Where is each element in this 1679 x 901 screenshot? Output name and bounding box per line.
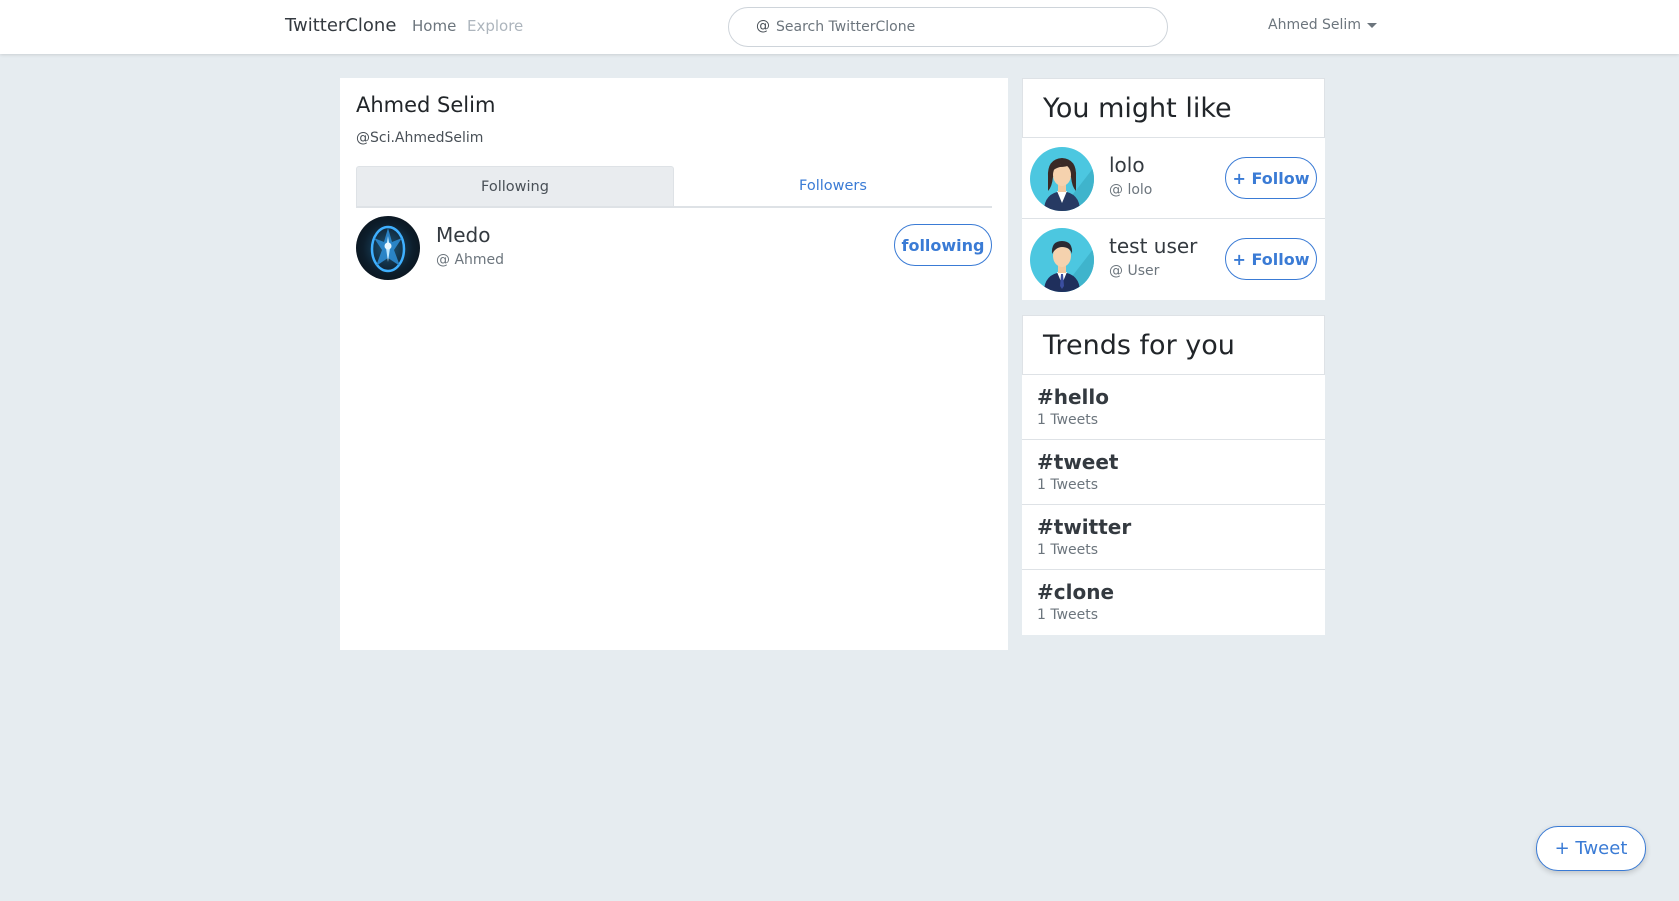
at-icon: @: [756, 18, 770, 34]
trend-hashtag: #hello: [1037, 385, 1110, 409]
follow-button[interactable]: + Follow: [1225, 157, 1317, 199]
brand-logo[interactable]: TwitterClone: [285, 15, 396, 36]
user-handle: @ Ahmed: [436, 252, 505, 268]
avatar[interactable]: [1030, 147, 1094, 211]
trend-count: 1 Tweets: [1037, 477, 1099, 493]
emblem-avatar-icon: [370, 225, 406, 273]
avatar[interactable]: [356, 216, 420, 280]
suggestion-handle: @ lolo: [1109, 182, 1153, 198]
top-navbar: TwitterClone Home Explore @ Ahmed Selim: [0, 0, 1679, 54]
avatar[interactable]: [1030, 228, 1094, 292]
trend-item[interactable]: #tweet 1 Tweets: [1022, 440, 1325, 505]
trend-hashtag: #clone: [1037, 580, 1115, 604]
suggestion-name[interactable]: lolo: [1109, 153, 1145, 177]
trend-hashtag: #tweet: [1037, 450, 1119, 474]
trend-count: 1 Tweets: [1037, 412, 1099, 428]
trends-title: Trends for you: [1022, 315, 1325, 375]
suggestions-title: You might like: [1022, 78, 1325, 138]
man-avatar-icon: [1044, 241, 1094, 292]
tab-following[interactable]: Following: [356, 166, 674, 206]
follow-button[interactable]: + Follow: [1225, 238, 1317, 280]
profile-name: Ahmed Selim: [356, 93, 496, 117]
woman-avatar-icon: [1044, 158, 1094, 211]
trend-count: 1 Tweets: [1037, 607, 1099, 623]
nav-home-link[interactable]: Home: [412, 17, 456, 35]
search-box: @: [728, 7, 1168, 47]
suggestion-name[interactable]: test user: [1109, 234, 1197, 258]
user-menu-label: Ahmed Selim: [1268, 17, 1361, 33]
trend-hashtag: #twitter: [1037, 515, 1132, 539]
nav-explore-link[interactable]: Explore: [467, 17, 523, 35]
user-menu-dropdown[interactable]: Ahmed Selim: [1268, 17, 1377, 33]
profile-handle: @Sci.AhmedSelim: [356, 130, 484, 146]
profile-card: Ahmed Selim @Sci.AhmedSelim Following Fo…: [340, 78, 1008, 650]
trend-item[interactable]: #twitter 1 Tweets: [1022, 505, 1325, 570]
who-to-follow-card: You might like lolo @ lolo + Follow test…: [1022, 78, 1325, 300]
new-tweet-button[interactable]: + Tweet: [1536, 826, 1646, 871]
caret-down-icon: [1366, 22, 1377, 28]
suggestion-item: test user @ User + Follow: [1022, 219, 1325, 300]
following-button[interactable]: following: [894, 224, 992, 266]
profile-tabs: Following Followers: [356, 166, 992, 208]
suggestion-item: lolo @ lolo + Follow: [1022, 138, 1325, 219]
search-input[interactable]: [776, 12, 1156, 42]
suggestion-handle: @ User: [1109, 263, 1160, 279]
trend-count: 1 Tweets: [1037, 542, 1099, 558]
following-list-item: Medo @ Ahmed following: [356, 216, 992, 282]
trend-item[interactable]: #clone 1 Tweets: [1022, 570, 1325, 635]
tab-followers[interactable]: Followers: [674, 166, 992, 206]
trends-card: Trends for you #hello 1 Tweets #tweet 1 …: [1022, 315, 1325, 635]
user-name[interactable]: Medo: [436, 223, 491, 247]
trend-item[interactable]: #hello 1 Tweets: [1022, 375, 1325, 440]
